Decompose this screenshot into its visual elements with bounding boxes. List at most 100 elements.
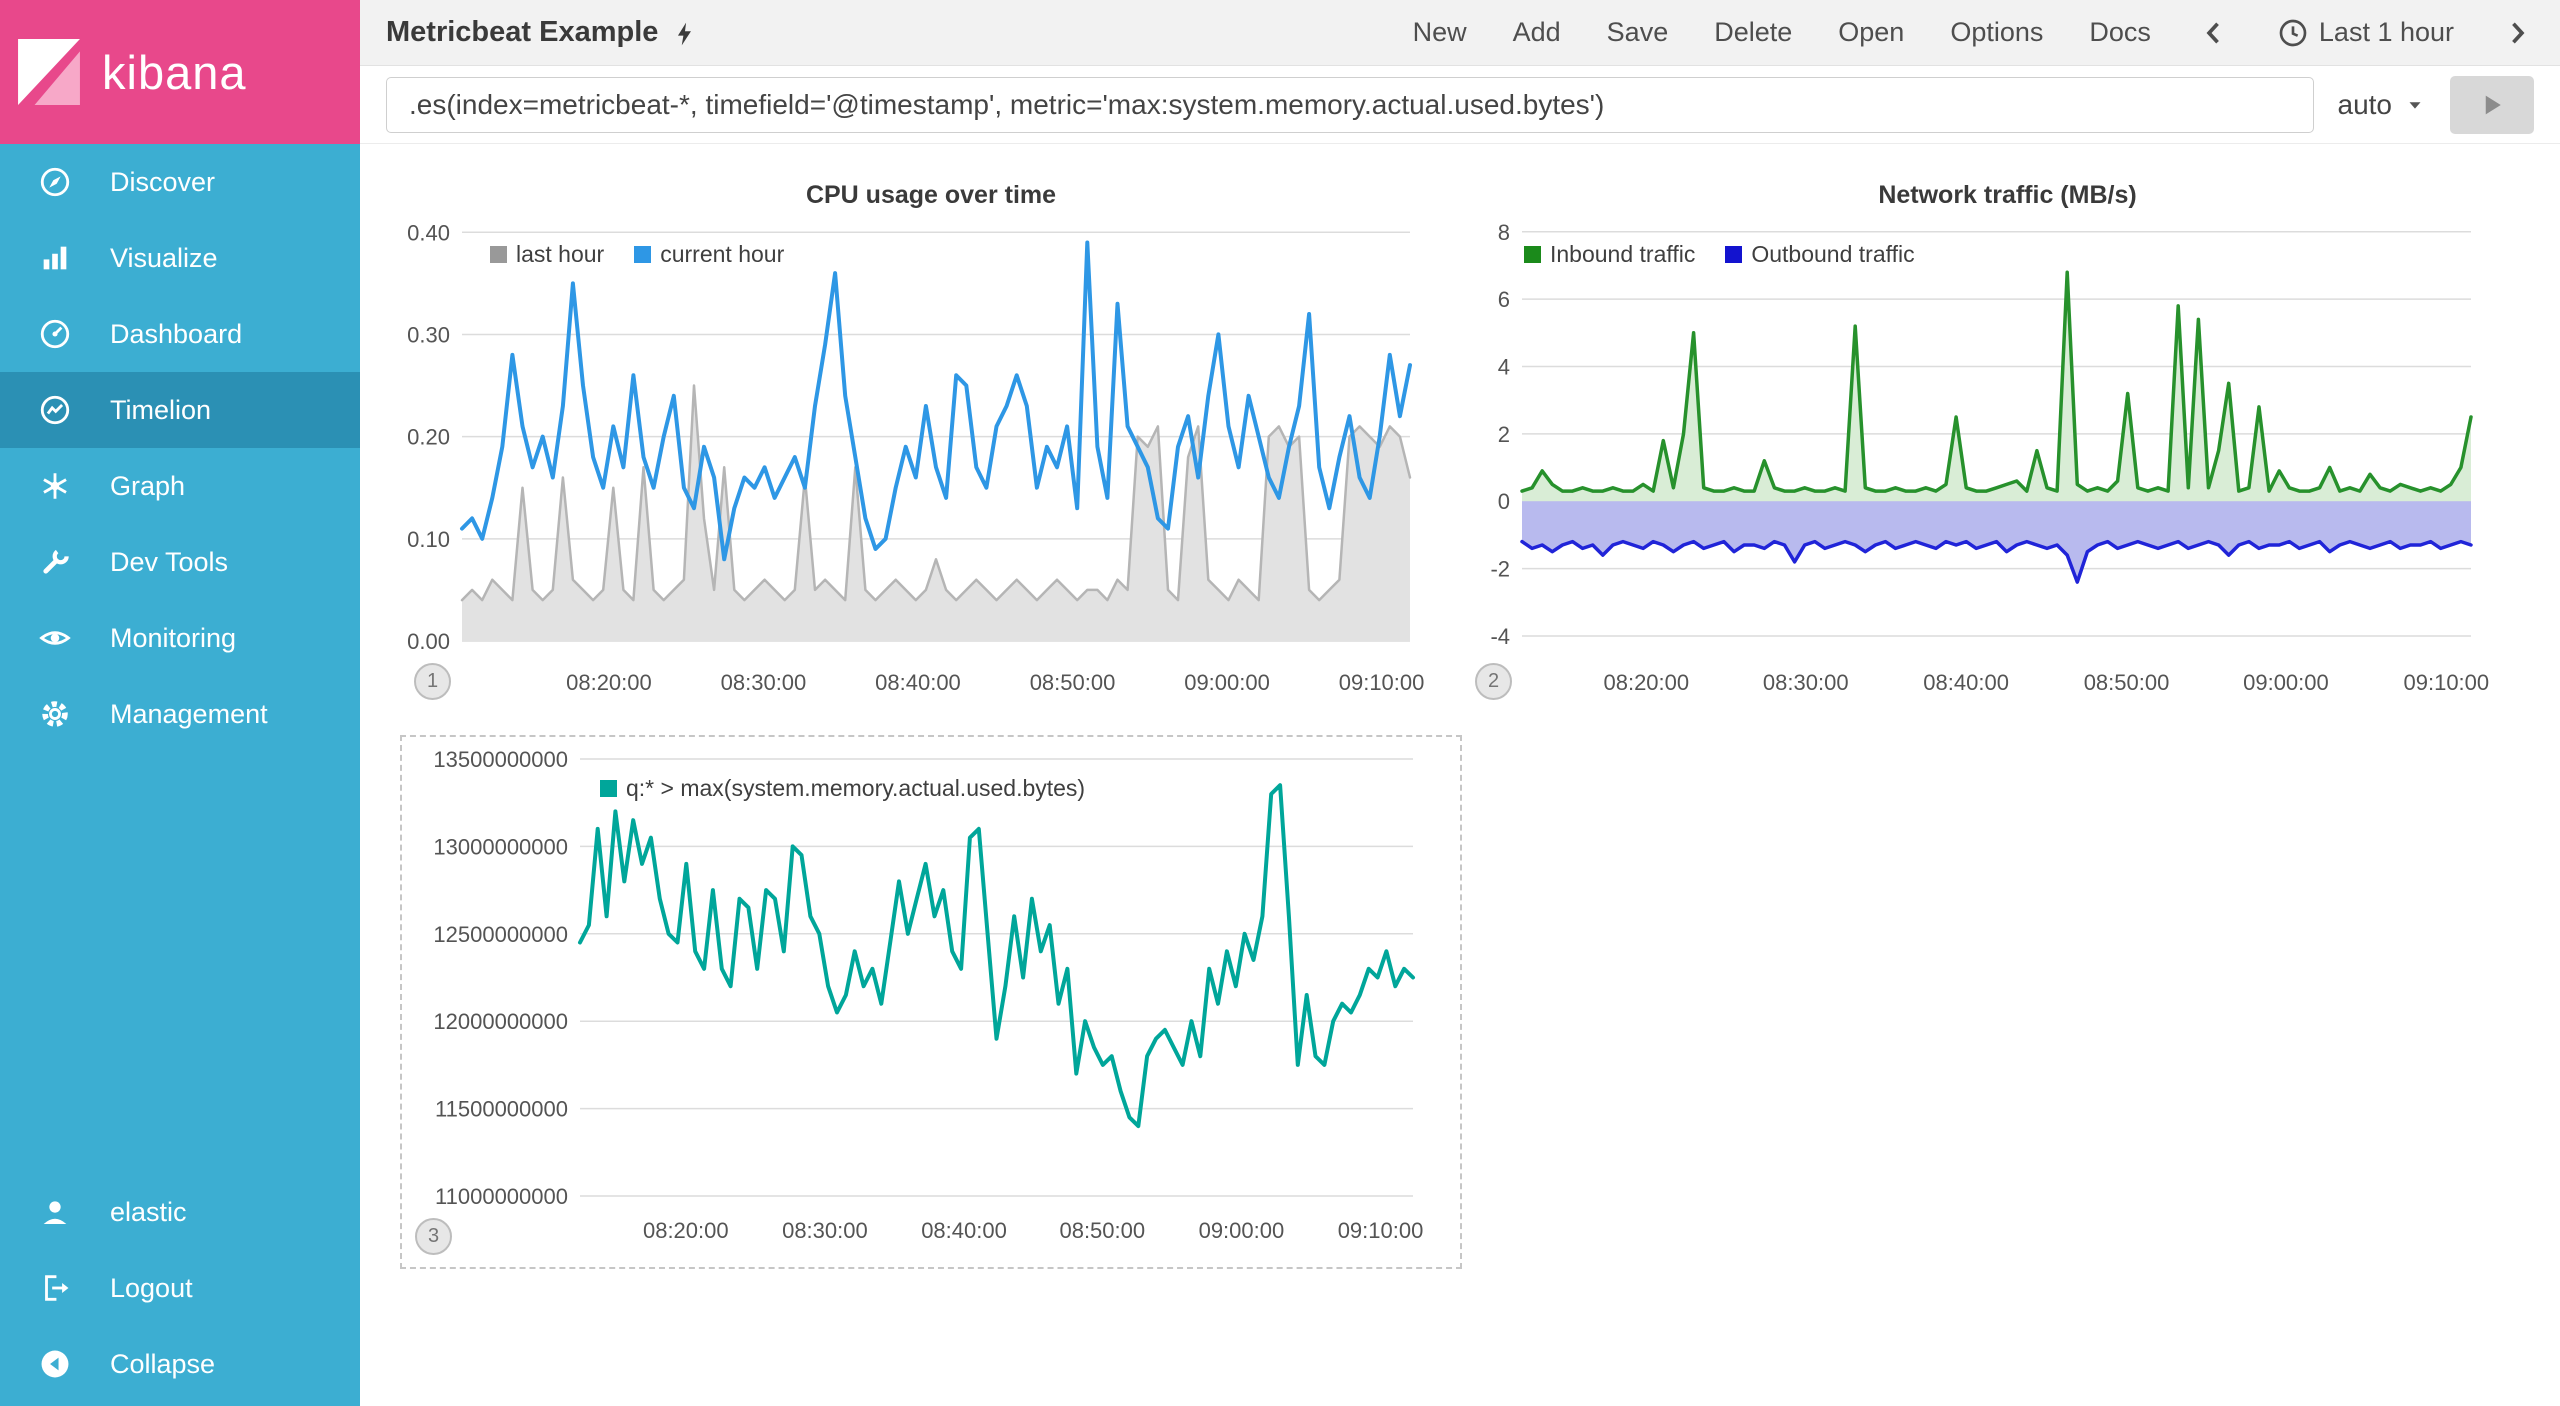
legend-label: last hour [516,241,604,268]
chart-legend: Inbound traffic Outbound traffic [1524,241,1915,268]
sidebar-item-discover[interactable]: Discover [0,144,360,220]
time-back-chevron-icon[interactable] [2197,16,2231,50]
svg-text:-2: -2 [1490,557,1510,582]
svg-text:08:30:00: 08:30:00 [1763,670,1849,695]
run-query-button[interactable] [2450,76,2534,134]
clock-icon [2277,17,2309,49]
chart-network-traffic: 86420-2-408:20:0008:30:0008:40:0008:50:0… [1470,163,2545,703]
timelion-query-input[interactable] [386,77,2314,133]
eye-icon [38,621,72,655]
sidebar-item-label: Dashboard [110,319,242,350]
legend-item[interactable]: current hour [634,241,784,268]
menu-item-add[interactable]: Add [1513,17,1561,48]
gear-icon [38,697,72,731]
sheet-title: Metricbeat Example [386,16,658,49]
chart-number-badge: 1 [414,663,451,700]
svg-text:08:40:00: 08:40:00 [1923,670,2009,695]
querybar: auto [360,66,2560,144]
svg-text:12000000000: 12000000000 [433,1009,568,1034]
kibana-logo[interactable]: kibana [0,0,360,144]
chart-number-badge: 3 [415,1218,452,1255]
legend-swatch [1725,246,1742,263]
sidebar-item-label: Discover [110,167,215,198]
svg-text:08:20:00: 08:20:00 [1603,670,1689,695]
svg-text:0.40: 0.40 [407,220,450,245]
legend-label: q:* > max(system.memory.actual.used.byte… [626,775,1085,802]
sidebar-item-label: Collapse [110,1349,215,1380]
svg-text:6: 6 [1498,287,1510,312]
sidebar-item-label: Graph [110,471,185,502]
sidebar-item-monitoring[interactable]: Monitoring [0,600,360,676]
sidebar-item-label: elastic [110,1197,187,1228]
main-top: Metricbeat Example New Add Save Delete O… [360,0,2560,144]
topbar-menu: New Add Save Delete Open Options Docs La… [1413,16,2534,50]
user-icon [38,1195,72,1229]
chart-cpu-usage: 0.400.300.200.100.0008:20:0008:30:0008:4… [400,163,1462,703]
legend-item[interactable]: last hour [490,241,604,268]
menu-item-docs[interactable]: Docs [2089,17,2151,48]
menu-item-delete[interactable]: Delete [1714,17,1792,48]
chevron-down-icon [2404,94,2426,116]
legend-swatch [490,246,507,263]
topbar: Metricbeat Example New Add Save Delete O… [360,0,2560,66]
menu-item-open[interactable]: Open [1838,17,1904,48]
memory-chart-canvas[interactable]: 1350000000013000000000125000000001200000… [402,737,1460,1267]
sidebar-item-dev-tools[interactable]: Dev Tools [0,524,360,600]
svg-text:-4: -4 [1490,624,1510,649]
legend-label: Inbound traffic [1550,241,1695,268]
svg-text:08:50:00: 08:50:00 [1030,670,1116,695]
sidebar-item-dashboard[interactable]: Dashboard [0,296,360,372]
sidebar-item-management[interactable]: Management [0,676,360,752]
svg-text:09:10:00: 09:10:00 [2404,670,2490,695]
timelion-sheet: 0.400.300.200.100.0008:20:0008:30:0008:4… [360,144,2560,1406]
sidebar-item-user-elastic[interactable]: elastic [0,1174,360,1250]
svg-text:08:40:00: 08:40:00 [921,1218,1007,1243]
sidebar-item-timelion[interactable]: Timelion [0,372,360,448]
menu-item-save[interactable]: Save [1607,17,1669,48]
svg-text:12500000000: 12500000000 [433,922,568,947]
sidebar-item-label: Logout [110,1273,193,1304]
svg-text:2: 2 [1498,422,1510,447]
chart-legend: q:* > max(system.memory.actual.used.byte… [600,775,1085,802]
logout-icon [38,1271,72,1305]
svg-text:0.00: 0.00 [407,629,450,654]
legend-item[interactable]: Outbound traffic [1725,241,1914,268]
kibana-logo-text: kibana [102,45,247,100]
svg-text:08:50:00: 08:50:00 [1059,1218,1145,1243]
sidebar-nav: Discover Visualize Dashboard Timelion [0,144,360,752]
sidebar-item-label: Management [110,699,268,730]
sidebar-item-label: Timelion [110,395,211,426]
wrench-icon [38,545,72,579]
svg-text:11500000000: 11500000000 [435,1097,568,1122]
chart-memory-used-selected: 1350000000013000000000125000000001200000… [400,735,1462,1269]
legend-swatch [1524,246,1541,263]
svg-text:09:10:00: 09:10:00 [1339,670,1425,695]
svg-text:08:50:00: 08:50:00 [2084,670,2170,695]
play-icon [2477,90,2507,120]
svg-text:4: 4 [1498,355,1510,380]
legend-swatch [600,780,617,797]
svg-text:0.10: 0.10 [407,527,450,552]
svg-text:09:00:00: 09:00:00 [1184,670,1270,695]
svg-text:08:20:00: 08:20:00 [566,670,652,695]
chart-title: Network traffic (MB/s) [1470,181,2545,210]
timelion-chart-icon [38,393,72,427]
chart-title: CPU usage over time [400,181,1462,210]
svg-text:0.30: 0.30 [407,322,450,347]
time-picker[interactable]: Last 1 hour [2277,17,2454,49]
sidebar-item-graph[interactable]: Graph [0,448,360,524]
menu-item-options[interactable]: Options [1950,17,2043,48]
sidebar-item-label: Dev Tools [110,547,228,578]
sidebar-item-visualize[interactable]: Visualize [0,220,360,296]
sidebar-item-collapse[interactable]: Collapse [0,1326,360,1402]
legend-item[interactable]: Inbound traffic [1524,241,1695,268]
svg-text:08:30:00: 08:30:00 [721,670,807,695]
interval-select[interactable]: auto [2314,89,2451,121]
time-forward-chevron-icon[interactable] [2500,16,2534,50]
legend-label: current hour [660,241,784,268]
svg-text:08:40:00: 08:40:00 [875,670,961,695]
time-range-label: Last 1 hour [2319,17,2454,48]
legend-item[interactable]: q:* > max(system.memory.actual.used.byte… [600,775,1085,802]
menu-item-new[interactable]: New [1413,17,1467,48]
sidebar-item-logout[interactable]: Logout [0,1250,360,1326]
